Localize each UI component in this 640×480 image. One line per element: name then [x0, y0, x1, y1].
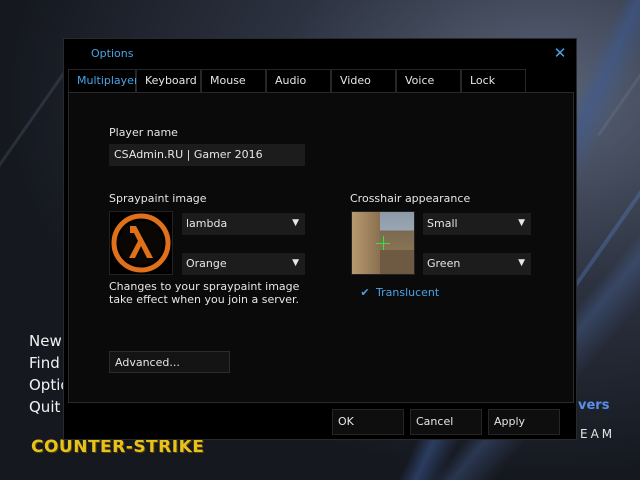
background-streak [597, 0, 640, 137]
translucent-label[interactable]: Translucent [376, 286, 439, 299]
spraypaint-note: Changes to your spraypaint image take ef… [109, 280, 300, 306]
cancel-button[interactable]: Cancel [410, 409, 482, 435]
crosshair-preview-floor [380, 250, 414, 274]
tab-voice[interactable]: Voice [396, 69, 461, 92]
tab-lock[interactable]: Lock [461, 69, 526, 92]
crosshair-color-value: Green [427, 257, 461, 270]
crosshair-size-dropdown[interactable]: Small ▼ [423, 213, 531, 235]
tab-mouse[interactable]: Mouse [201, 69, 266, 92]
close-icon[interactable]: ✕ [552, 46, 568, 62]
background-text-fragment: vers [578, 398, 610, 413]
spraypaint-image-value: lambda [186, 217, 228, 230]
crosshair-icon [383, 236, 384, 250]
crosshair-color-dropdown[interactable]: Green ▼ [423, 253, 531, 275]
crosshair-label: Crosshair appearance [350, 192, 471, 205]
tab-audio[interactable]: Audio [266, 69, 331, 92]
chevron-down-icon: ▼ [518, 218, 525, 228]
check-icon[interactable]: ✔ [359, 287, 371, 299]
background-streak [0, 63, 72, 180]
player-name-label: Player name [109, 126, 178, 139]
chevron-down-icon: ▼ [518, 258, 525, 268]
advanced-button[interactable]: Advanced... [109, 351, 230, 373]
options-window: Options ✕ Multiplayer Keyboard Mouse Aud… [63, 38, 577, 440]
background-text-fragment: EAM [580, 427, 616, 441]
crosshair-size-value: Small [427, 217, 458, 230]
tab-multiplayer[interactable]: Multiplayer [68, 69, 138, 92]
spraypaint-preview [109, 211, 173, 275]
spraypaint-image-dropdown[interactable]: lambda ▼ [182, 213, 305, 235]
game-logo: COUNTER-STRIKE [31, 437, 205, 457]
apply-button[interactable]: Apply [488, 409, 560, 435]
tab-video[interactable]: Video [331, 69, 396, 92]
crosshair-preview [351, 211, 415, 275]
spraypaint-color-dropdown[interactable]: Orange ▼ [182, 253, 305, 275]
ok-button[interactable]: OK [332, 409, 404, 435]
chevron-down-icon: ▼ [292, 258, 299, 268]
tab-bar: Multiplayer Keyboard Mouse Audio Video V… [68, 69, 574, 93]
multiplayer-panel: Player name CSAdmin.RU | Gamer 2016 Spra… [68, 92, 574, 403]
background-streak [572, 155, 640, 289]
lambda-logo-icon [111, 213, 171, 273]
player-name-input[interactable]: CSAdmin.RU | Gamer 2016 [109, 144, 305, 166]
spraypaint-color-value: Orange [186, 257, 227, 270]
window-title: Options [91, 47, 134, 60]
chevron-down-icon: ▼ [292, 218, 299, 228]
spraypaint-label: Spraypaint image [109, 192, 207, 205]
tab-keyboard[interactable]: Keyboard [136, 69, 201, 92]
